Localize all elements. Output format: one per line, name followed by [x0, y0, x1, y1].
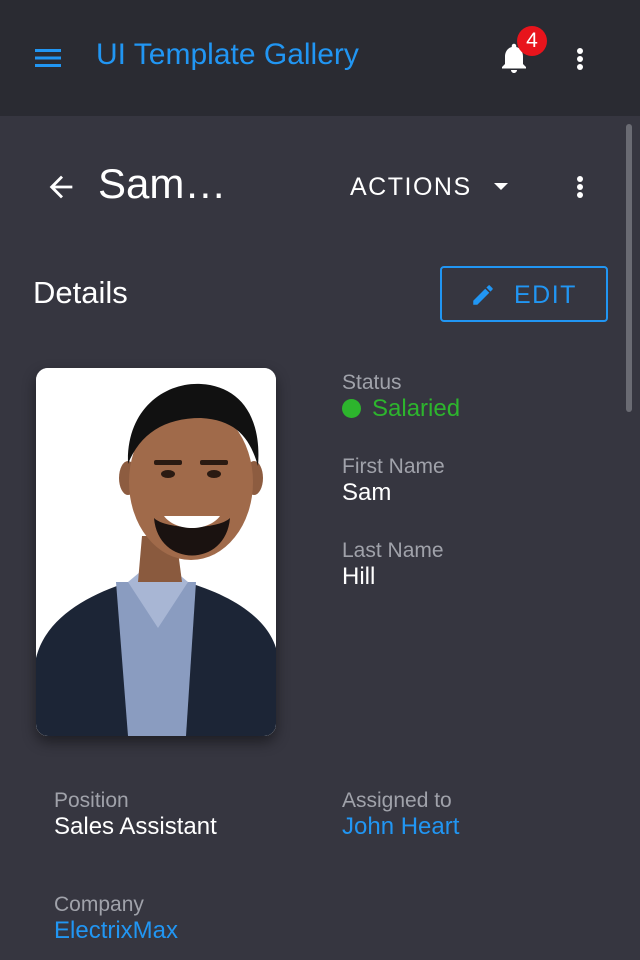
page-title: Sam… — [98, 160, 227, 207]
arrow-back-icon[interactable] — [44, 170, 78, 204]
employee-photo — [36, 368, 276, 736]
edit-button[interactable]: EDIT — [440, 266, 608, 322]
caret-down-icon — [494, 183, 508, 190]
scrollbar[interactable] — [626, 124, 632, 412]
edit-label: EDIT — [514, 281, 577, 309]
page-more-vertical-icon[interactable] — [566, 172, 594, 202]
assigned-to-label: Assigned to — [342, 789, 452, 812]
last-name-value: Hill — [342, 563, 376, 590]
position-label: Position — [54, 789, 129, 812]
more-vertical-icon[interactable] — [566, 44, 594, 74]
company-label: Company — [54, 893, 144, 916]
pencil-icon — [473, 285, 493, 305]
actions-dropdown-button[interactable]: ACTIONS — [336, 160, 526, 214]
menu-icon[interactable] — [35, 46, 61, 70]
actions-label: ACTIONS — [350, 173, 472, 201]
section-title-details: Details — [33, 275, 128, 310]
first-name-value: Sam — [342, 479, 392, 506]
status-dot-icon — [342, 399, 361, 418]
notification-badge: 4 — [517, 26, 547, 56]
assigned-to-link[interactable]: John Heart — [342, 813, 459, 841]
app-title: UI Template Gallery — [96, 38, 359, 71]
last-name-label: Last Name — [342, 539, 444, 562]
employee-portrait-illustration — [36, 368, 276, 736]
app-bar: UI Template Gallery 4 — [0, 0, 640, 116]
status-label: Status — [342, 371, 402, 394]
first-name-label: First Name — [342, 455, 445, 478]
company-link[interactable]: ElectrixMax — [54, 917, 178, 945]
status-value: Salaried — [372, 395, 461, 422]
position-value: Sales Assistant — [54, 813, 217, 840]
